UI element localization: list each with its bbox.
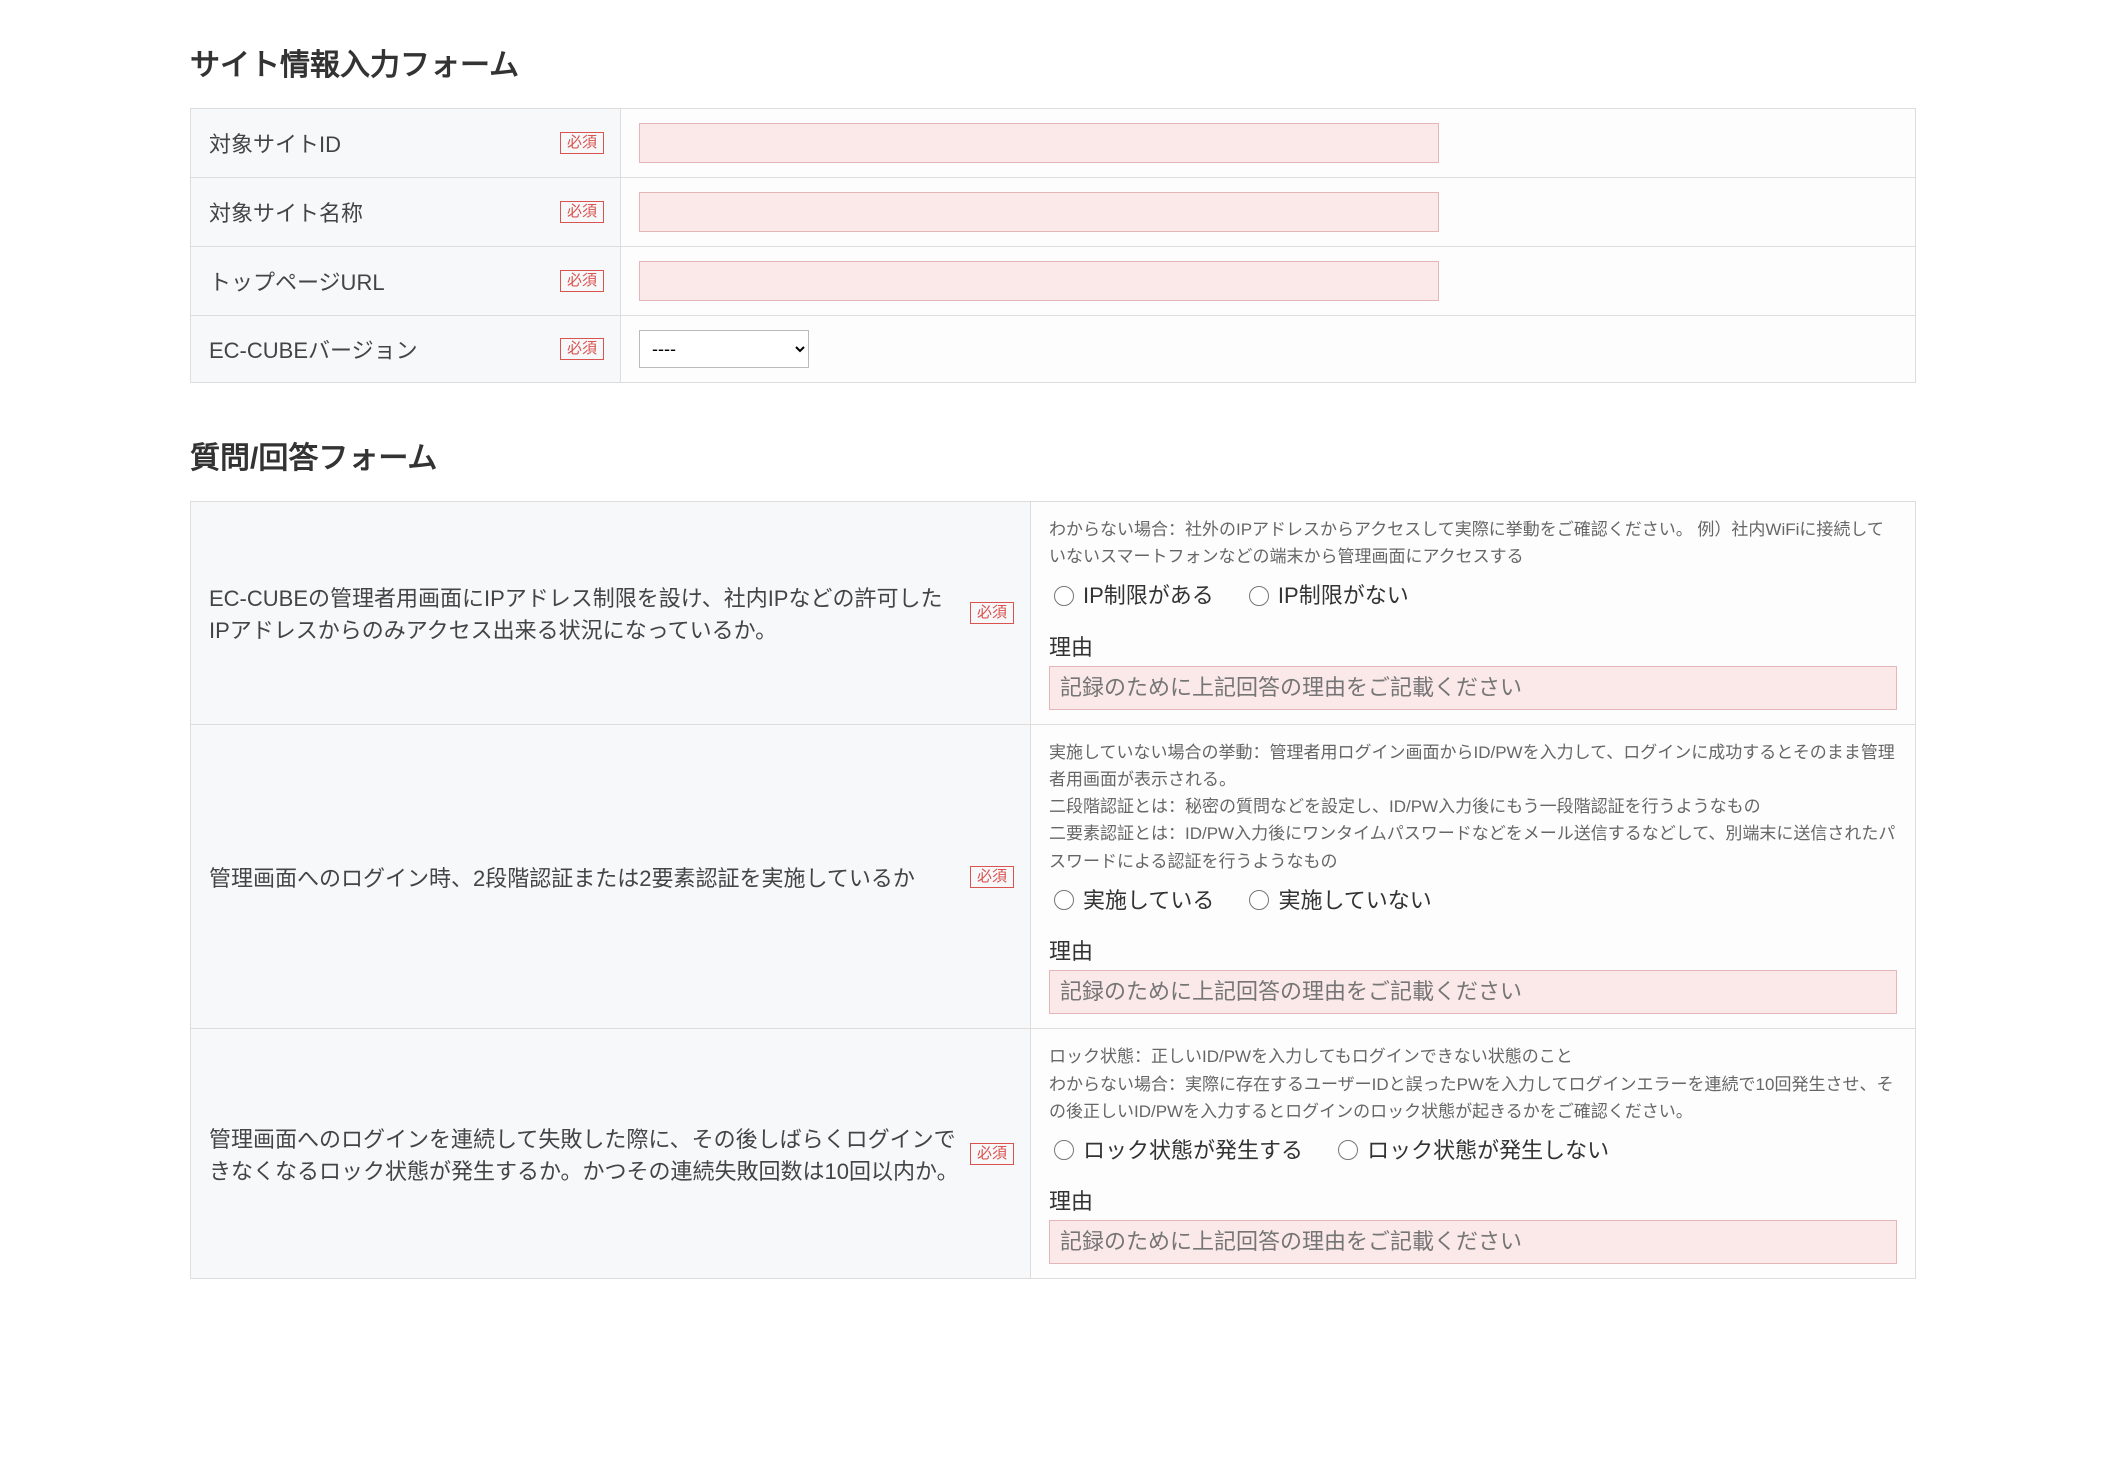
site-info-section: サイト情報入力フォーム 対象サイトID 必須 対象サイト名称 必須 トップページ… [190, 40, 1916, 383]
radio-input[interactable] [1249, 586, 1269, 606]
question-note: ロック状態：正しいID/PWを入力してもログインできない状態のこと わからない場… [1049, 1043, 1897, 1125]
required-badge: 必須 [560, 338, 604, 360]
radio-group: IP制限がある IP制限がない [1049, 578, 1897, 612]
qa-heading: 質問/回答フォーム [190, 433, 1916, 477]
field-label-eccube-version: EC-CUBEバージョン 必須 [191, 316, 621, 383]
radio-input[interactable] [1054, 1140, 1074, 1160]
radio-input[interactable] [1054, 890, 1074, 910]
question-label: 管理画面へのログイン時、2段階認証または2要素認証を実施しているか 必須 [191, 724, 1031, 1028]
radio-option[interactable]: IP制限がない [1244, 578, 1409, 610]
required-badge: 必須 [970, 602, 1014, 624]
radio-option[interactable]: ロック状態が発生しない [1333, 1133, 1609, 1165]
question-note: わからない場合：社外のIPアドレスからアクセスして実際に挙動をご確認ください。 … [1049, 516, 1897, 570]
reason-input[interactable] [1049, 1220, 1897, 1264]
field-label-site-id: 対象サイトID 必須 [191, 109, 621, 178]
question-note: 実施していない場合の挙動：管理者用ログイン画面からID/PWを入力して、ログイン… [1049, 739, 1897, 875]
qa-row: EC-CUBEの管理者用画面にIPアドレス制限を設け、社内IPなどの許可したIP… [191, 502, 1916, 725]
field-label-top-url: トップページURL 必須 [191, 247, 621, 316]
radio-option[interactable]: IP制限がある [1049, 578, 1214, 610]
site-info-heading: サイト情報入力フォーム [190, 40, 1916, 84]
qa-row: 管理画面へのログインを連続して失敗した際に、その後しばらくログインできなくなるロ… [191, 1029, 1916, 1279]
reason-heading: 理由 [1049, 630, 1897, 662]
radio-group: 実施している 実施していない [1049, 883, 1897, 917]
required-badge: 必須 [560, 201, 604, 223]
required-badge: 必須 [970, 1143, 1014, 1165]
radio-option[interactable]: 実施していない [1244, 883, 1431, 915]
required-badge: 必須 [560, 270, 604, 292]
site-id-input[interactable] [639, 123, 1439, 163]
radio-option[interactable]: ロック状態が発生する [1049, 1133, 1303, 1165]
radio-option[interactable]: 実施している [1049, 883, 1214, 915]
reason-heading: 理由 [1049, 1184, 1897, 1216]
reason-input[interactable] [1049, 970, 1897, 1014]
required-badge: 必須 [560, 132, 604, 154]
qa-row: 管理画面へのログイン時、2段階認証または2要素認証を実施しているか 必須 実施し… [191, 724, 1916, 1028]
eccube-version-select[interactable]: ---- [639, 330, 809, 368]
reason-heading: 理由 [1049, 934, 1897, 966]
top-url-input[interactable] [639, 261, 1439, 301]
site-info-table: 対象サイトID 必須 対象サイト名称 必須 トップページURL 必須 [190, 108, 1916, 383]
reason-input[interactable] [1049, 666, 1897, 710]
qa-table: EC-CUBEの管理者用画面にIPアドレス制限を設け、社内IPなどの許可したIP… [190, 501, 1916, 1279]
radio-input[interactable] [1249, 890, 1269, 910]
required-badge: 必須 [970, 866, 1014, 888]
question-label: EC-CUBEの管理者用画面にIPアドレス制限を設け、社内IPなどの許可したIP… [191, 502, 1031, 725]
radio-input[interactable] [1054, 586, 1074, 606]
site-name-input[interactable] [639, 192, 1439, 232]
field-label-site-name: 対象サイト名称 必須 [191, 178, 621, 247]
radio-input[interactable] [1338, 1140, 1358, 1160]
radio-group: ロック状態が発生する ロック状態が発生しない [1049, 1133, 1897, 1167]
question-label: 管理画面へのログインを連続して失敗した際に、その後しばらくログインできなくなるロ… [191, 1029, 1031, 1279]
qa-section: 質問/回答フォーム EC-CUBEの管理者用画面にIPアドレス制限を設け、社内I… [190, 433, 1916, 1279]
